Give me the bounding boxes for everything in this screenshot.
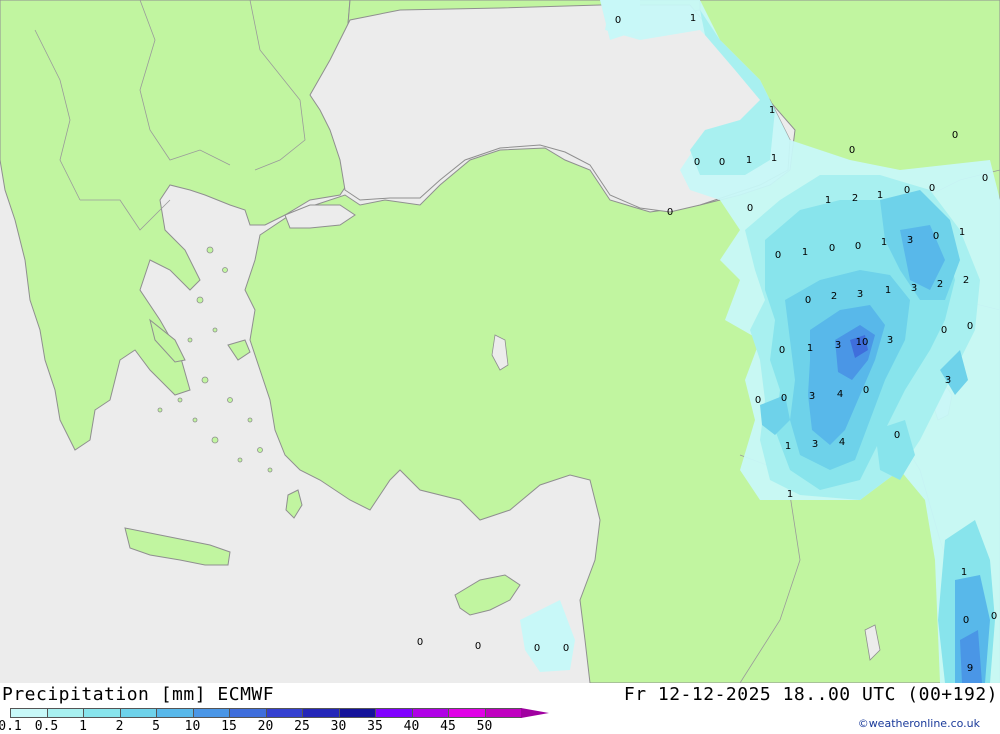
precip-value-label: 0: [747, 203, 753, 214]
precip-value-label: 3: [945, 375, 951, 386]
precip-value-label: 0: [929, 183, 935, 194]
precip-value-label: 1: [881, 237, 887, 248]
precip-value-label: 3: [812, 439, 818, 450]
precip-value-label: 0: [963, 615, 969, 626]
legend-swatch: [302, 708, 340, 718]
legend-swatch: [375, 708, 413, 718]
precip-value-label: 0: [849, 145, 855, 156]
precipitation-map: 0 110 0 1 10000 01 2 1 0 00 1 0 0 1 3 0 10 2 3 1 3 2 20 00 1 3 10 3…: [0, 0, 1000, 683]
precip-value-label: 0: [667, 207, 673, 218]
precip-value-label: 0: [904, 185, 910, 196]
precip-value-label: 1: [690, 13, 696, 24]
legend-tick: 15: [221, 719, 237, 734]
precip-value-label: 0: [563, 643, 569, 654]
credit-link[interactable]: ©weatheronline.co.uk: [858, 717, 980, 730]
precip-value-label: 4: [839, 437, 845, 448]
legend-swatch: [229, 708, 267, 718]
precip-value-label: 1: [959, 227, 965, 238]
precip-value-label: 0: [933, 231, 939, 242]
precip-value-label: 1: [825, 195, 831, 206]
precip-value-label: 1: [877, 190, 883, 201]
precip-value-label: 0: [982, 173, 988, 184]
precip-value-label: 2: [937, 279, 943, 290]
precip-value-label: 3: [907, 235, 913, 246]
legend-tick: 0.5: [34, 719, 59, 734]
precip-value-label: 0: [781, 393, 787, 404]
precip-value-label: 0: [475, 641, 481, 652]
precip-value-label: 0: [615, 15, 621, 26]
legend-tick: 1: [79, 719, 87, 734]
precip-value-label: 0: [894, 430, 900, 441]
legend-tick: 50: [476, 719, 493, 734]
precip-value-label: 9: [967, 663, 973, 674]
legend-swatch: [10, 708, 48, 718]
precip-value-label: 1: [746, 155, 752, 166]
legend-tick: 40: [403, 719, 420, 734]
legend-swatch: [338, 708, 376, 718]
legend-swatch: [265, 708, 303, 718]
legend-swatch: [192, 708, 230, 718]
precip-value-label: 1: [885, 285, 891, 296]
legend-tick: 35: [367, 719, 383, 734]
precip-value-label: 10: [856, 337, 869, 348]
precip-value-label: 0: [534, 643, 540, 654]
legend-arrow: [521, 708, 549, 718]
precip-value-label: 0: [719, 157, 725, 168]
precip-value-label: 1: [769, 105, 775, 116]
precip-value-label: 3: [911, 283, 917, 294]
precip-value-label: 1: [802, 247, 808, 258]
legend-swatch: [46, 708, 84, 718]
weather-map-view: 0 1 1 0 0 1 1 0 0 0 0 0 1 2 1 0 0 0 1 0 0 1 3 0 1 0 2 3 1 3 2 2 0 0 0 1 3 10 3…: [0, 0, 1000, 734]
legend-tick: 5: [152, 719, 160, 734]
precip-value-label: 1: [787, 489, 793, 500]
precip-value-label: 0: [863, 385, 869, 396]
precip-value-label: 0: [967, 321, 973, 332]
precip-value-label: 0: [941, 325, 947, 336]
precip-value-label: 0: [694, 157, 700, 168]
precip-value-label: 3: [857, 289, 863, 300]
legend-tick: 25: [294, 719, 310, 734]
legend-swatch: [484, 708, 522, 718]
map-title: Precipitation [mm] ECMWF: [2, 684, 275, 705]
precip-value-label: 2: [831, 291, 837, 302]
precip-value-label: 0: [805, 295, 811, 306]
map-footer: Precipitation [mm] ECMWF Fr 12-12-2025 1…: [0, 683, 1000, 734]
precip-value-label: 0: [417, 637, 423, 648]
precip-value-label: 0: [775, 250, 781, 261]
precip-value-label: 1: [807, 343, 813, 354]
precip-value-label: 3: [835, 340, 841, 351]
legend-tick: 20: [257, 719, 274, 734]
precip-value-label: 4: [837, 389, 843, 400]
precip-value-label: 0: [991, 611, 997, 622]
precip-value-label: 0: [755, 395, 761, 406]
precip-value-label: 3: [887, 335, 893, 346]
legend-tick-labels: 0.1 0.5 1 2 5 10 15 20 25 30 35 40 45 50: [0, 719, 560, 734]
legend-tick: 0.1: [0, 719, 22, 734]
precip-value-label: 1: [961, 567, 967, 578]
legend-swatch: [448, 708, 486, 718]
precip-value-label: 2: [963, 275, 969, 286]
legend-tick: 45: [440, 719, 456, 734]
precip-value-label: 0: [855, 241, 861, 252]
legend-swatch: [156, 708, 194, 718]
precip-value-label: 0: [779, 345, 785, 356]
precip-value-label: 0: [952, 130, 958, 141]
legend-tick: 2: [115, 719, 124, 734]
precip-value-label: 2: [852, 193, 858, 204]
legend-swatch: [411, 708, 449, 718]
legend-swatch: [119, 708, 157, 718]
precip-value-label: 3: [809, 391, 815, 402]
precip-value-label: 1: [785, 441, 791, 452]
legend-swatch: [83, 708, 121, 718]
precip-value-label: 1: [771, 153, 777, 164]
precip-value-label: 0: [829, 243, 835, 254]
legend-tick: 30: [330, 719, 347, 734]
forecast-datetime: Fr 12-12-2025 18..00 UTC (00+192): [623, 684, 998, 705]
legend-tick: 10: [184, 719, 201, 734]
